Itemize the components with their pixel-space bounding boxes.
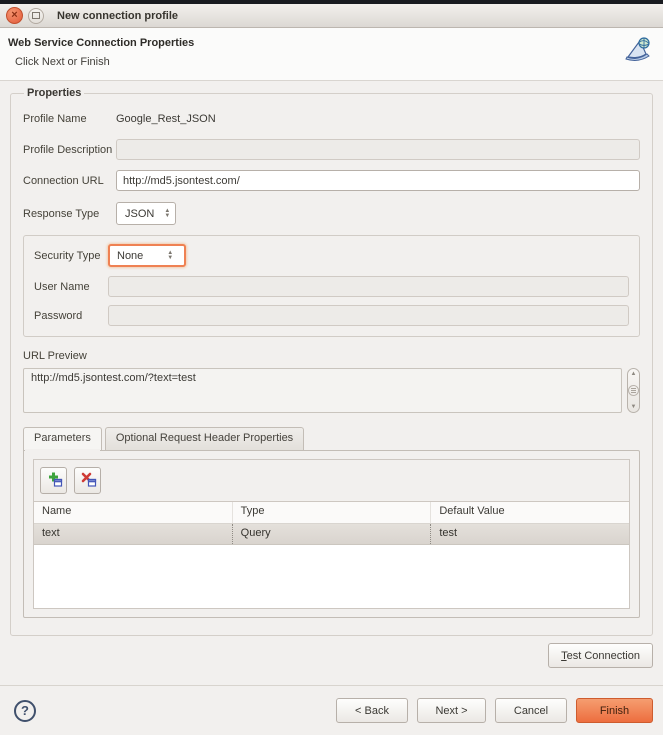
connection-url-input[interactable] [116,170,640,191]
help-button[interactable]: ? [14,700,36,722]
response-type-label: Response Type [23,208,116,220]
security-type-row: Security Type None ▲ ▼ [34,244,629,267]
wizard-buttons: < Back Next > Cancel Finish [336,698,653,723]
user-name-row: User Name [34,276,629,297]
test-connection-label: est Connection [567,650,640,662]
url-preview-label: URL Preview [23,350,640,362]
back-button[interactable]: < Back [336,698,408,723]
cell-default-value[interactable]: test [431,524,629,544]
security-type-label: Security Type [34,250,108,262]
profile-name-row: Profile Name Google_Rest_JSON [23,113,640,125]
response-type-spinner[interactable]: JSON ▲ ▼ [116,202,176,225]
cell-name[interactable]: text [34,524,233,544]
next-button[interactable]: Next > [417,698,486,723]
test-connection-button[interactable]: Test Connection [548,643,653,668]
page-title: Web Service Connection Properties [8,37,194,49]
security-type-value: None [117,250,143,262]
parameters-table: Name Type Default Value text Query test [34,501,629,608]
password-input[interactable] [108,305,629,326]
spinner-arrows-icon[interactable]: ▲ ▼ [164,209,170,219]
cancel-button[interactable]: Cancel [495,698,567,723]
finish-button[interactable]: Finish [576,698,653,723]
close-icon[interactable]: × [6,7,23,24]
connection-url-label: Connection URL [23,175,116,187]
add-row-icon [45,470,63,491]
test-connection-row: Test Connection [10,643,653,668]
user-name-label: User Name [34,281,108,293]
titlebar: × New connection profile [0,4,663,28]
table-header-row: Name Type Default Value [34,502,629,524]
cell-type[interactable]: Query [233,524,432,544]
security-group: Security Type None ▲ ▼ User Name Passwor… [23,235,640,337]
dialog-window: × New connection profile Web Service Con… [0,0,663,735]
spinner-down-icon[interactable]: ▼ [164,214,170,219]
tab-parameters[interactable]: Parameters [23,427,102,450]
scroll-grip[interactable] [628,385,639,396]
profile-description-row: Profile Description [23,139,640,160]
security-type-spinner[interactable]: None ▲ ▼ [108,244,186,267]
url-preview-box: http://md5.jsontest.com/?text=test [23,368,622,413]
response-type-row: Response Type JSON ▲ ▼ [23,202,640,225]
password-row: Password [34,305,629,326]
connection-url-row: Connection URL [23,170,640,191]
add-parameter-button[interactable] [40,467,67,494]
parameters-toolbar [34,460,629,501]
delete-row-icon [79,470,97,491]
page-subtitle: Click Next or Finish [15,56,194,68]
dialog-body: Properties Profile Name Google_Rest_JSON… [0,81,663,685]
scroll-up-icon[interactable]: ▲ [631,371,637,377]
parameters-tab-content: Name Type Default Value text Query test [23,450,640,618]
properties-group: Properties Profile Name Google_Rest_JSON… [10,87,653,636]
spinner-down-icon[interactable]: ▼ [167,256,173,261]
scroll-down-icon[interactable]: ▼ [631,404,637,410]
wizard-header: Web Service Connection Properties Click … [0,28,663,81]
properties-legend: Properties [24,87,84,99]
url-preview-scrollbar[interactable]: ▲ ▼ [627,368,640,413]
user-name-input[interactable] [108,276,629,297]
profile-description-input[interactable] [116,139,640,160]
parameters-panel: Name Type Default Value text Query test [33,459,630,609]
column-header-name[interactable]: Name [34,502,233,523]
table-row[interactable]: text Query test [34,524,629,545]
column-header-default-value[interactable]: Default Value [431,502,629,523]
dialog-footer: ? < Back Next > Cancel Finish [0,685,663,735]
wizard-header-text: Web Service Connection Properties Click … [8,37,194,68]
response-type-value: JSON [125,208,154,220]
spinner-arrows-icon[interactable]: ▲ ▼ [167,251,173,261]
wizard-banner-icon [625,37,651,64]
profile-name-label: Profile Name [23,113,116,125]
tab-optional-request-headers[interactable]: Optional Request Header Properties [105,427,304,450]
tab-bar: Parameters Optional Request Header Prope… [23,427,640,450]
window-title: New connection profile [57,10,178,22]
profile-name-value: Google_Rest_JSON [116,113,216,125]
profile-description-label: Profile Description [23,144,116,156]
delete-parameter-button[interactable] [74,467,101,494]
password-label: Password [34,310,108,322]
column-header-type[interactable]: Type [233,502,432,523]
maximize-icon[interactable] [28,8,44,24]
url-preview-wrap: http://md5.jsontest.com/?text=test ▲ ▼ [23,368,640,413]
